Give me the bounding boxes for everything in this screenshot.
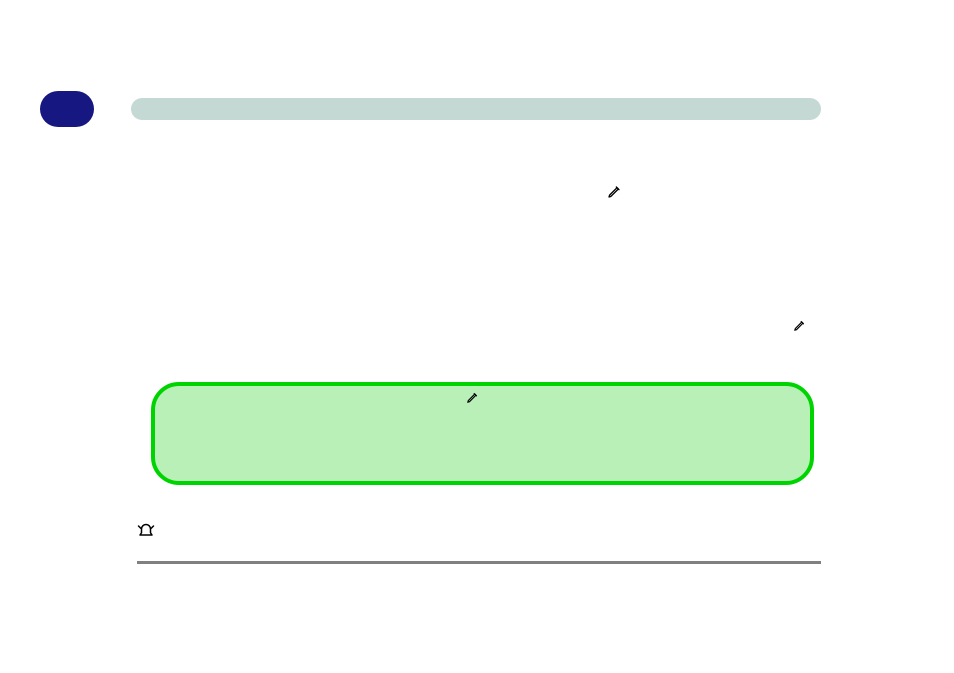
header-bar [131,98,821,120]
pen-icon [607,183,623,199]
pen-icon [793,318,807,332]
note-callout-box [151,382,814,485]
header-tag-pill [40,91,94,127]
bell-icon [137,523,155,541]
section-divider [137,561,821,564]
document-page [0,0,954,673]
pen-icon [466,390,480,404]
